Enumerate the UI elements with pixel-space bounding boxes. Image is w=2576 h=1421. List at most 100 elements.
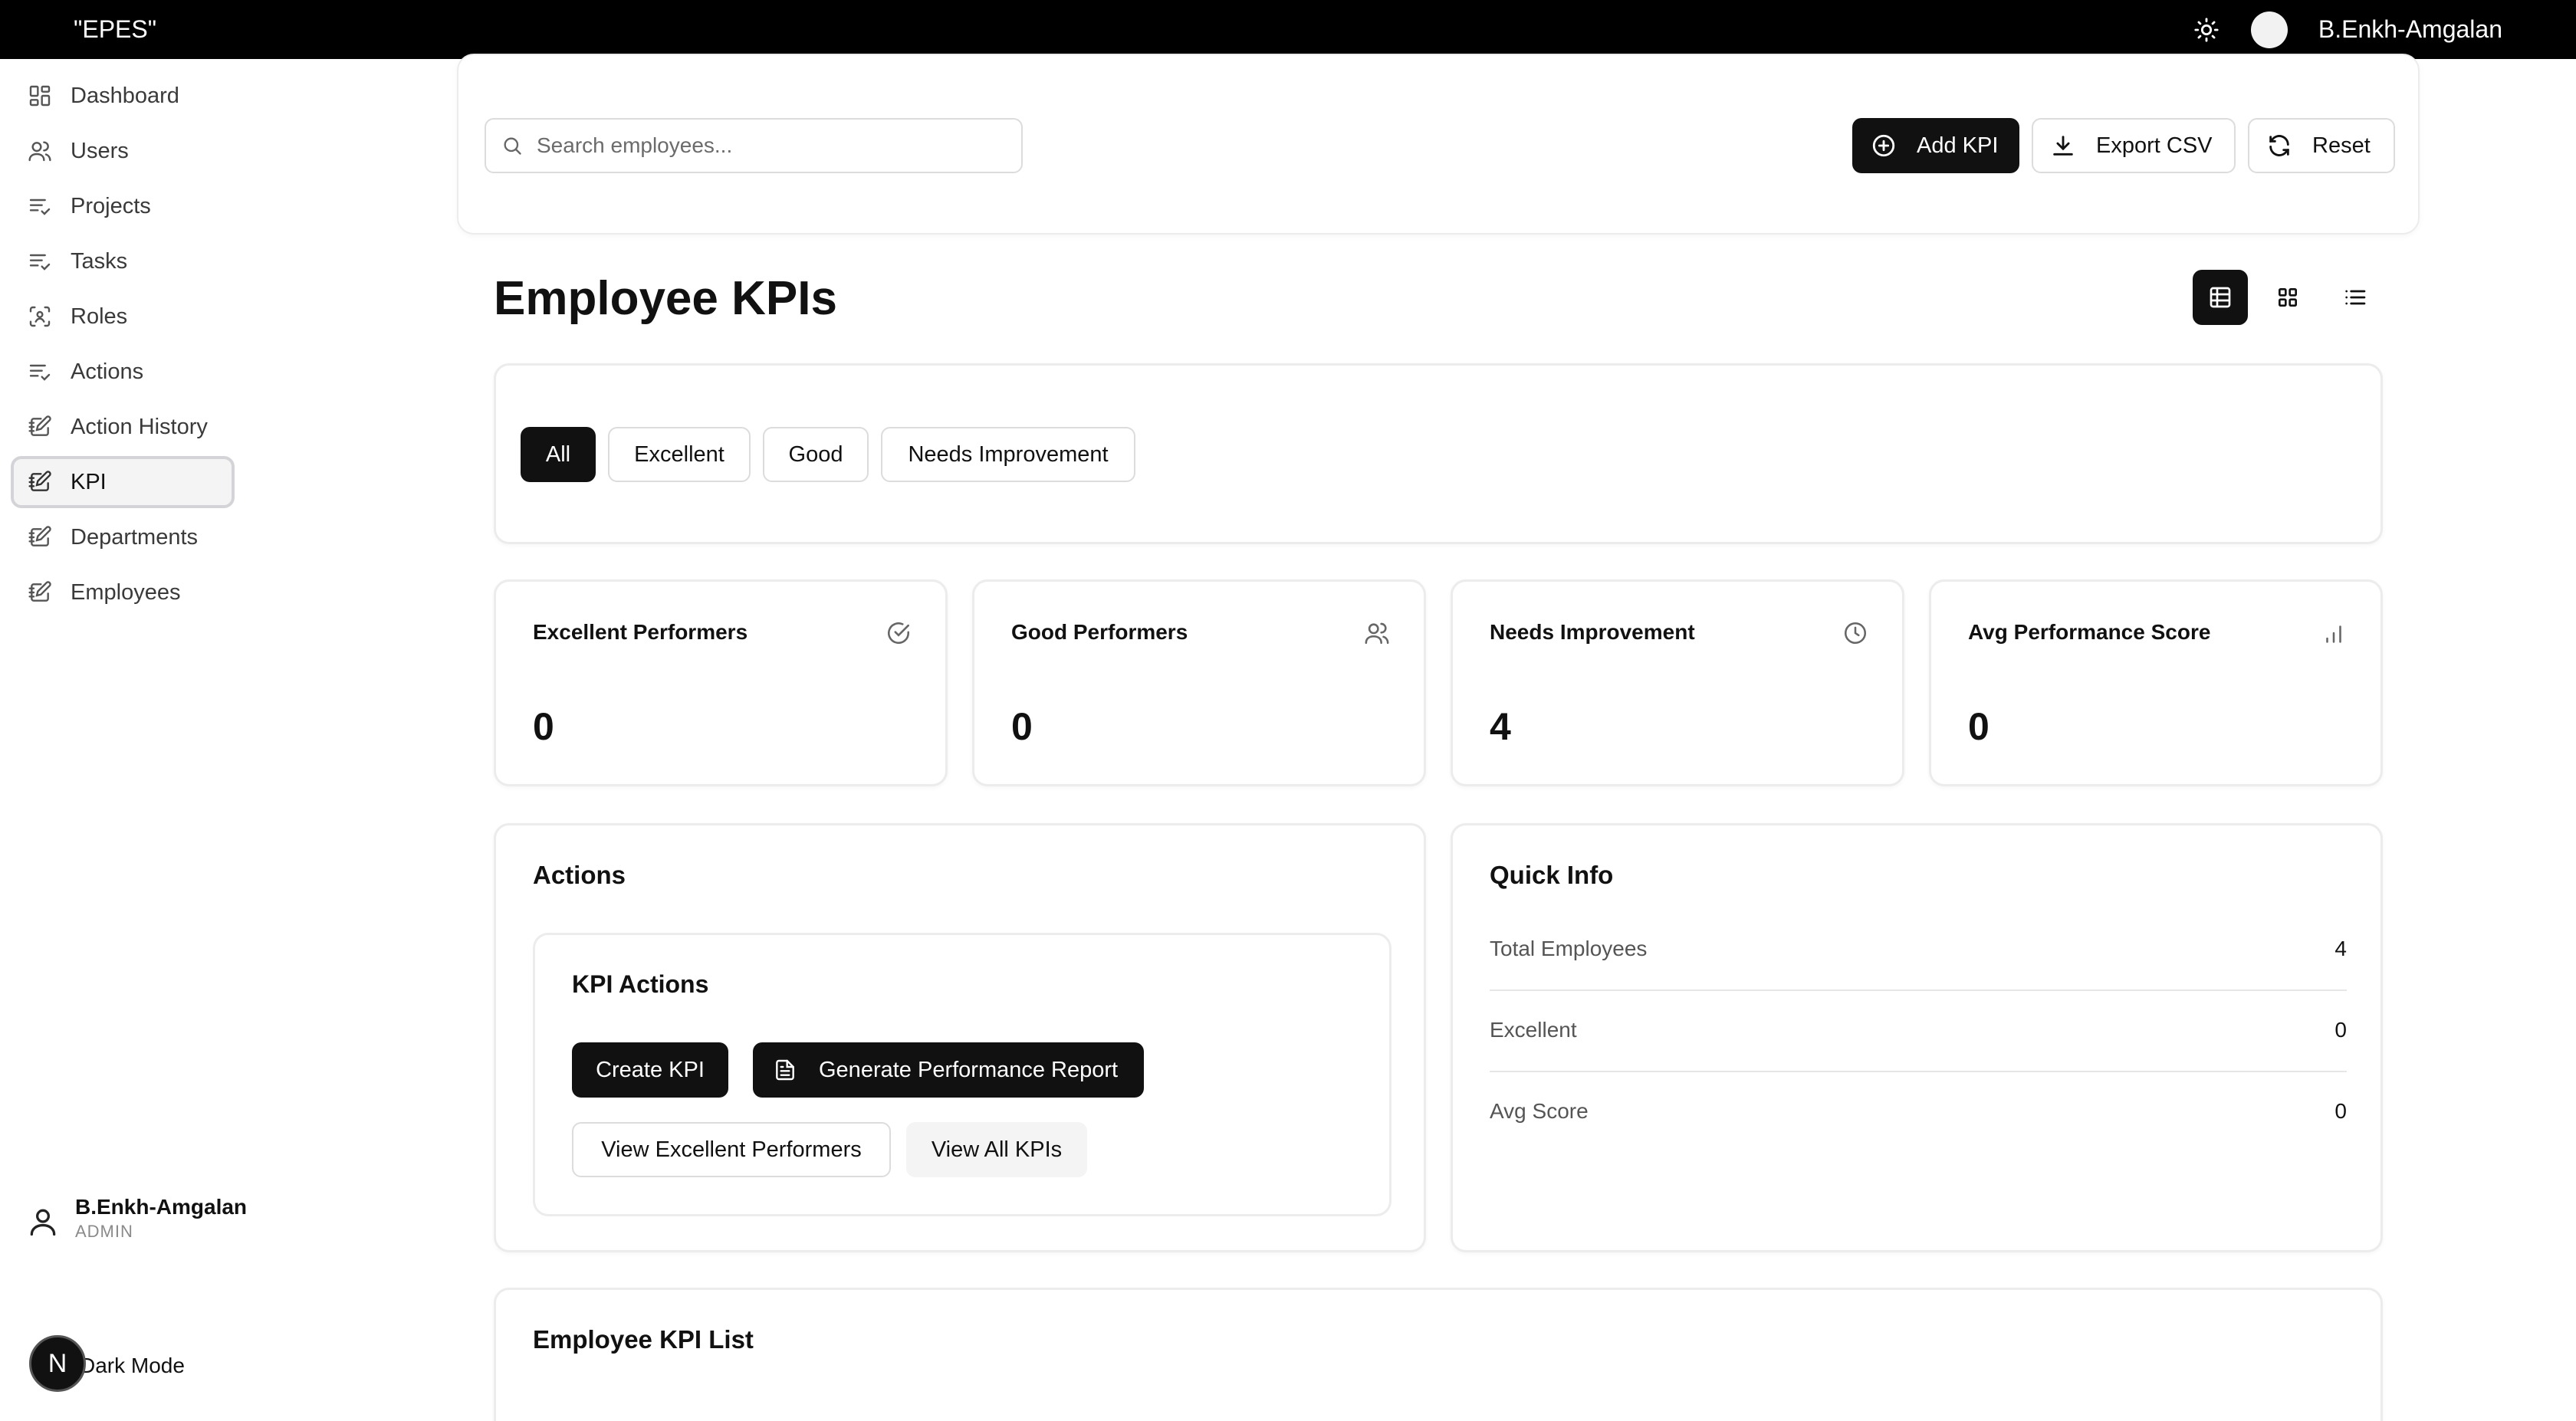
export-csv-button[interactable]: Export CSV [2032, 118, 2236, 173]
stat-card: Avg Performance Score 0 [1929, 579, 2383, 786]
plus-circle-icon [1872, 134, 1895, 157]
notebook-pen-icon [28, 526, 51, 546]
export-csv-label: Export CSV [2096, 133, 2213, 158]
file-text-icon [776, 1059, 794, 1081]
topbar-actions: B.Enkh-Amgalan [2188, 0, 2502, 59]
quick-info-heading: Quick Info [1490, 861, 1614, 889]
employee-kpi-list-card: Employee KPI List [494, 1288, 2383, 1421]
search-icon [504, 137, 521, 155]
grid-view-button[interactable] [2260, 270, 2315, 325]
generate-report-label: Generate Performance Report [819, 1057, 1119, 1082]
info-value: 4 [2334, 937, 2347, 960]
filter-card: All Excellent Good Needs Improvement [494, 363, 2383, 544]
sidebar-item-dashboard[interactable]: Dashboard [11, 70, 235, 122]
sidebar-item-actions[interactable]: Actions [11, 346, 235, 398]
users-icon [1365, 622, 1389, 645]
sidebar-item-label: Users [71, 138, 129, 163]
sidebar-item-label: Dashboard [71, 83, 179, 108]
stat-title: Needs Improvement [1490, 620, 1695, 644]
view-all-kpis-button[interactable]: View All KPIs [906, 1122, 1087, 1177]
kpi-actions-heading: KPI Actions [572, 970, 709, 998]
filter-good[interactable]: Good [763, 427, 869, 482]
sidebar-item-departments[interactable]: Departments [11, 511, 235, 563]
refresh-icon [2269, 135, 2289, 156]
stat-card: Excellent Performers 0 [494, 579, 948, 786]
reset-label: Reset [2312, 133, 2371, 158]
create-kpi-button[interactable]: Create KPI [572, 1042, 728, 1098]
stat-card: Needs Improvement 4 [1451, 579, 1904, 786]
table-view-button[interactable] [2193, 270, 2248, 325]
search-box[interactable] [485, 118, 1023, 173]
sidebar-item-label: Tasks [71, 248, 128, 274]
sidebar-user-name: B.Enkh-Amgalan [75, 1195, 248, 1219]
stat-value: 0 [1011, 705, 1033, 748]
list-check-icon [29, 254, 51, 271]
sidebar-item-projects[interactable]: Projects [11, 180, 235, 232]
list-view-button[interactable] [2328, 270, 2383, 325]
sidebar-item-employees[interactable]: Employees [11, 566, 235, 619]
info-label: Avg Score [1490, 1099, 1589, 1123]
table-icon [2210, 287, 2231, 308]
list-check-icon [29, 364, 51, 381]
sidebar-item-label: Departments [71, 524, 199, 550]
avatar[interactable] [2250, 11, 2288, 48]
sun-icon[interactable] [2188, 11, 2225, 48]
dark-mode-toggle[interactable]: Dark Mode [80, 1354, 185, 1378]
stat-value: 0 [533, 705, 554, 748]
dev-tools-badge[interactable]: N [29, 1335, 86, 1392]
info-value: 0 [2334, 1018, 2347, 1042]
reset-button[interactable]: Reset [2248, 118, 2395, 173]
topbar-user-name[interactable]: B.Enkh-Amgalan [2318, 15, 2502, 44]
sidebar-item-kpi[interactable]: KPI [11, 456, 235, 508]
filter-excellent[interactable]: Excellent [608, 427, 751, 482]
add-kpi-button[interactable]: Add KPI [1852, 118, 2019, 173]
grid-icon [2279, 288, 2297, 307]
notebook-pen-icon [28, 415, 51, 436]
employee-kpi-list-heading: Employee KPI List [533, 1325, 754, 1354]
view-excellent-button[interactable]: View Excellent Performers [572, 1122, 891, 1177]
sidebar-item-label: Employees [71, 579, 181, 605]
info-row: Excellent 0 [1490, 989, 2347, 1071]
sidebar-user[interactable]: B.Enkh-Amgalan ADMIN [26, 1194, 247, 1243]
user-icon [30, 1209, 56, 1236]
sidebar-user-role: ADMIN [75, 1222, 133, 1241]
info-row: Total Employees 4 [1490, 908, 2347, 989]
download-icon [2053, 136, 2073, 156]
bar-chart-icon [2326, 625, 2341, 643]
info-label: Excellent [1490, 1018, 1577, 1042]
add-kpi-label: Add KPI [1917, 133, 1999, 158]
stat-title: Good Performers [1011, 620, 1188, 644]
users-icon [28, 141, 51, 162]
stat-value: 4 [1490, 705, 1511, 748]
generate-report-button[interactable]: Generate Performance Report [753, 1042, 1144, 1098]
sidebar-item-label: Action History [71, 414, 208, 439]
app-brand[interactable]: "EPES" [74, 14, 156, 44]
stat-card: Good Performers 0 [972, 579, 1426, 786]
stat-value: 0 [1968, 705, 1990, 748]
sidebar-item-users[interactable]: Users [11, 125, 235, 177]
sidebar-item-tasks[interactable]: Tasks [11, 235, 235, 287]
search-input[interactable] [537, 133, 997, 158]
quick-info-card: Quick Info Total Employees 4 Excellent 0… [1451, 823, 2383, 1252]
actions-heading: Actions [533, 861, 626, 889]
info-label: Total Employees [1490, 937, 1648, 960]
sidebar-item-label: Roles [71, 304, 128, 329]
filter-all[interactable]: All [521, 427, 596, 482]
list-check-icon [29, 199, 51, 215]
top-bar: "EPES" B.Enkh-Amgalan [0, 0, 2576, 59]
notebook-pen-icon [28, 471, 51, 491]
sidebar-item-roles[interactable]: Roles [11, 290, 235, 343]
sidebar-item-label: Projects [71, 193, 151, 218]
actions-card: Actions KPI Actions Create KPI Generate … [494, 823, 1426, 1252]
list-icon [2345, 290, 2366, 305]
kpi-actions-panel: KPI Actions Create KPI Generate Performa… [533, 933, 1392, 1216]
sidebar-item-label: Actions [71, 359, 144, 384]
scan-user-icon [29, 306, 51, 327]
sidebar-item-action-history[interactable]: Action History [11, 401, 235, 453]
clock-icon [1844, 622, 1867, 645]
sidebar-item-label: KPI [71, 469, 107, 494]
notebook-pen-icon [28, 581, 51, 602]
stat-title: Excellent Performers [533, 620, 748, 644]
info-row: Avg Score 0 [1490, 1071, 2347, 1152]
filter-needs-improvement[interactable]: Needs Improvement [881, 427, 1135, 482]
